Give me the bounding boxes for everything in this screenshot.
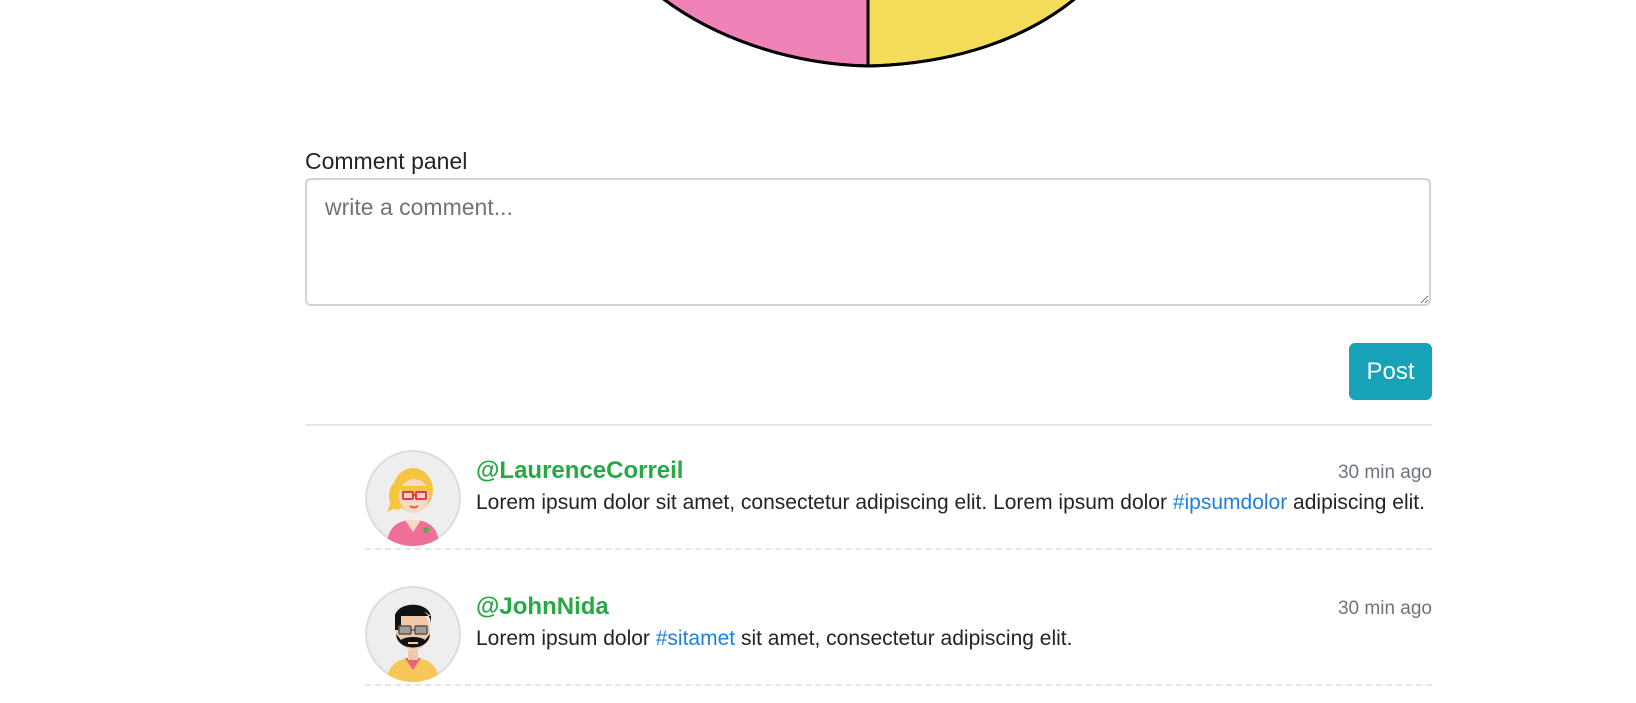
post-button[interactable]: Post xyxy=(1349,343,1432,400)
comment-text-part: Lorem ipsum dolor xyxy=(476,627,656,650)
comment-panel-label: Comment panel xyxy=(305,148,468,174)
comment-username[interactable]: @JohnNida xyxy=(476,592,609,622)
comment-item: @JohnNida 30 min ago Lorem ipsum dolor #… xyxy=(365,586,1432,686)
comment-username[interactable]: @LaurenceCorreil xyxy=(476,456,683,486)
hashtag-link[interactable]: #ipsumdolor xyxy=(1173,491,1287,514)
pie-chart xyxy=(662,0,1076,68)
comment-text: Lorem ipsum dolor #sitamet sit amet, con… xyxy=(476,625,1072,653)
comment-item: @LaurenceCorreil 30 min ago Lorem ipsum … xyxy=(365,450,1432,550)
comment-input[interactable] xyxy=(305,178,1431,306)
comment-time: 30 min ago xyxy=(1337,462,1432,483)
bearded-man-avatar-icon[interactable] xyxy=(365,586,461,682)
pie-slice-yellow xyxy=(866,0,1076,68)
comment-text-part: sit amet, consectetur adipiscing elit. xyxy=(735,627,1073,650)
hashtag-link[interactable]: #sitamet xyxy=(656,627,735,650)
comment-text-part: adipiscing elit. xyxy=(1287,491,1425,514)
divider xyxy=(305,424,1432,426)
woman-avatar-icon[interactable] xyxy=(365,450,461,546)
comment-text-part: Lorem ipsum dolor sit amet, consectetur … xyxy=(476,491,1173,514)
comment-time: 30 min ago xyxy=(1337,598,1432,619)
comment-text: Lorem ipsum dolor sit amet, consectetur … xyxy=(476,489,1425,517)
pie-slice-pink xyxy=(662,0,870,68)
